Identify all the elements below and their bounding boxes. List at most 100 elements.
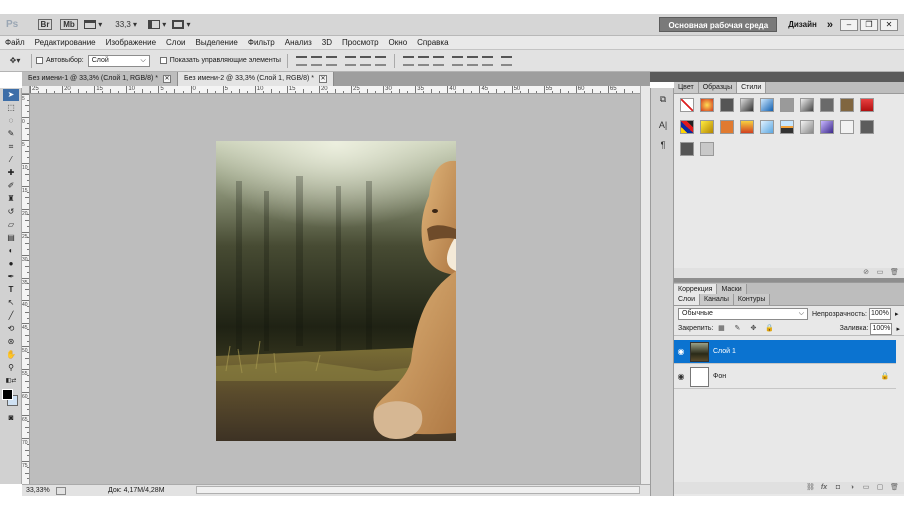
document-tab-2[interactable]: Без имени-2 @ 33,3% (Слой 1, RGB/8) * ✕	[177, 72, 334, 86]
crop-tool-icon[interactable]: ⌗	[3, 141, 19, 153]
quick-mask-icon[interactable]: ◙	[3, 412, 19, 424]
visibility-eye-icon[interactable]: ◉	[674, 372, 688, 381]
style-swatch[interactable]	[740, 98, 754, 112]
layer-row-layer1[interactable]: ◉ Слой 1	[674, 340, 896, 364]
layer-style-icon[interactable]: fx	[820, 484, 828, 492]
style-swatch[interactable]	[860, 120, 874, 134]
character-panel-icon[interactable]: A|	[655, 120, 671, 134]
tab-styles[interactable]: Стили	[737, 82, 767, 93]
lock-transparent-icon[interactable]: ▦	[716, 324, 726, 334]
delete-layer-icon[interactable]: 🗑	[890, 484, 899, 492]
eyedropper-tool-icon[interactable]: ⁄	[3, 154, 19, 166]
align-right-icon[interactable]	[374, 55, 386, 66]
canvas-workspace[interactable]	[30, 94, 640, 484]
style-swatch[interactable]	[740, 120, 754, 134]
style-swatch[interactable]	[700, 120, 714, 134]
history-brush-tool-icon[interactable]: ↺	[3, 206, 19, 218]
style-swatch[interactable]	[780, 98, 794, 112]
lock-pixels-icon[interactable]: ✎	[732, 324, 742, 334]
style-swatch[interactable]	[860, 98, 874, 112]
zoom-percentage[interactable]: 33,33%	[22, 487, 56, 494]
fill-input[interactable]: 100%	[870, 322, 893, 335]
opacity-arrow-icon[interactable]: ▸	[895, 310, 899, 318]
menu-item-3[interactable]: Слои	[161, 36, 190, 50]
align-top-icon[interactable]	[295, 55, 307, 66]
layer-name[interactable]: Слой 1	[713, 348, 736, 355]
screen-mode-button[interactable]: ▾	[172, 17, 191, 33]
gradient-tool-icon[interactable]: ▤	[3, 232, 19, 244]
style-swatch[interactable]	[720, 98, 734, 112]
distribute-hcenter-icon[interactable]	[466, 55, 478, 66]
tab-color[interactable]: Цвет	[674, 82, 699, 93]
view-extras-button[interactable]: ▾	[84, 17, 102, 33]
menu-item-4[interactable]: Выделение	[190, 36, 242, 50]
bridge-button[interactable]: Br	[36, 17, 54, 33]
document-tab-1[interactable]: Без имени-1 @ 33,3% (Слой 1, RGB/8) * ✕	[22, 72, 178, 86]
style-swatch[interactable]	[800, 98, 814, 112]
show-transform-controls-checkbox[interactable]: Показать управляющие элементы	[159, 57, 281, 64]
mini-bridge-button[interactable]: Mb	[60, 17, 78, 33]
horizontal-ruler[interactable]: 25 20 15 10 5 0 5 10 15 20 25 30 35 40 45 50 55 60 65	[30, 86, 640, 94]
more-workspaces-icon[interactable]: »	[822, 18, 838, 32]
autoselect-dropdown[interactable]: Слой ⌵	[87, 54, 150, 67]
style-swatch[interactable]	[720, 120, 734, 134]
delete-style-icon[interactable]: 🗑	[890, 269, 899, 277]
tab-swatches[interactable]: Образцы	[698, 82, 738, 93]
menu-item-1[interactable]: Редактирование	[30, 36, 101, 50]
lock-all-icon[interactable]: 🔒	[764, 324, 774, 334]
workspace-essentials-button[interactable]: Основная рабочая среда	[659, 17, 778, 32]
style-swatch[interactable]	[820, 120, 834, 134]
brush-tool-icon[interactable]: ✐	[3, 180, 19, 192]
document-canvas[interactable]	[216, 141, 456, 441]
zoom-tool-icon[interactable]: ⚲	[3, 362, 19, 374]
horizontal-scrollbar[interactable]	[196, 486, 640, 494]
align-bottom-icon[interactable]	[325, 55, 337, 66]
color-swatches[interactable]	[0, 389, 21, 411]
fill-arrow-icon[interactable]: ▸	[896, 325, 900, 333]
layer-row-background[interactable]: ◉ Фон 🔒	[674, 365, 896, 389]
ruler-origin[interactable]	[22, 86, 30, 94]
panel-dock-header[interactable]	[650, 72, 674, 82]
autoselect-checkbox-box[interactable]	[36, 57, 43, 64]
new-style-icon[interactable]: ▭	[876, 269, 884, 277]
eraser-tool-icon[interactable]: ▱	[3, 219, 19, 231]
style-swatch[interactable]	[760, 98, 774, 112]
tab-channels[interactable]: Каналы	[700, 294, 734, 305]
close-icon[interactable]: ✕	[880, 18, 898, 31]
lasso-tool-icon[interactable]: ◌	[3, 115, 19, 127]
paragraph-panel-icon[interactable]: ¶	[655, 140, 671, 154]
dodge-tool-icon[interactable]: ●	[3, 258, 19, 270]
status-options-icon[interactable]	[56, 486, 66, 495]
restore-icon[interactable]: ❐	[860, 18, 878, 31]
tab-paths[interactable]: Контуры	[733, 294, 771, 305]
clone-stamp-tool-icon[interactable]: ♜	[3, 193, 19, 205]
default-colors-icon[interactable]: ◧⇄	[3, 375, 19, 387]
marquee-tool-icon[interactable]: ⬚	[3, 102, 19, 114]
workspace-design-button[interactable]: Дизайн	[783, 18, 822, 32]
close-tab-icon[interactable]: ✕	[318, 75, 327, 83]
lock-position-icon[interactable]: ✥	[748, 324, 758, 334]
3d-orbit-tool-icon[interactable]: ⊛	[3, 336, 19, 348]
pen-tool-icon[interactable]: ✒	[3, 271, 19, 283]
menu-item-5[interactable]: Фильтр	[243, 36, 280, 50]
style-swatch[interactable]	[840, 98, 854, 112]
arrange-documents-button[interactable]: ▾	[148, 17, 166, 33]
foreground-color-swatch[interactable]	[2, 389, 13, 400]
auto-align-icon[interactable]	[500, 55, 512, 66]
menu-item-0[interactable]: Файл	[0, 36, 30, 50]
type-tool-icon[interactable]: T	[3, 284, 19, 296]
link-layers-icon[interactable]: ⛓	[806, 484, 815, 492]
vertical-ruler[interactable]: 5 0 5 10 15 20 25 30 35 40 45 50 55 60 65 70 75	[22, 94, 30, 484]
layer-name[interactable]: Фон	[713, 373, 726, 380]
menu-item-8[interactable]: Просмотр	[337, 36, 384, 50]
3d-rotate-tool-icon[interactable]: ⟲	[3, 323, 19, 335]
style-swatch[interactable]	[780, 120, 794, 134]
vertical-scrollbar[interactable]	[640, 86, 650, 484]
new-layer-icon[interactable]: ▢	[876, 484, 884, 492]
align-hcenter-icon[interactable]	[359, 55, 371, 66]
align-left-icon[interactable]	[344, 55, 356, 66]
menu-item-10[interactable]: Справка	[412, 36, 453, 50]
style-swatch[interactable]	[840, 120, 854, 134]
close-tab-icon[interactable]: ✕	[162, 75, 171, 83]
menu-item-7[interactable]: 3D	[317, 36, 337, 50]
